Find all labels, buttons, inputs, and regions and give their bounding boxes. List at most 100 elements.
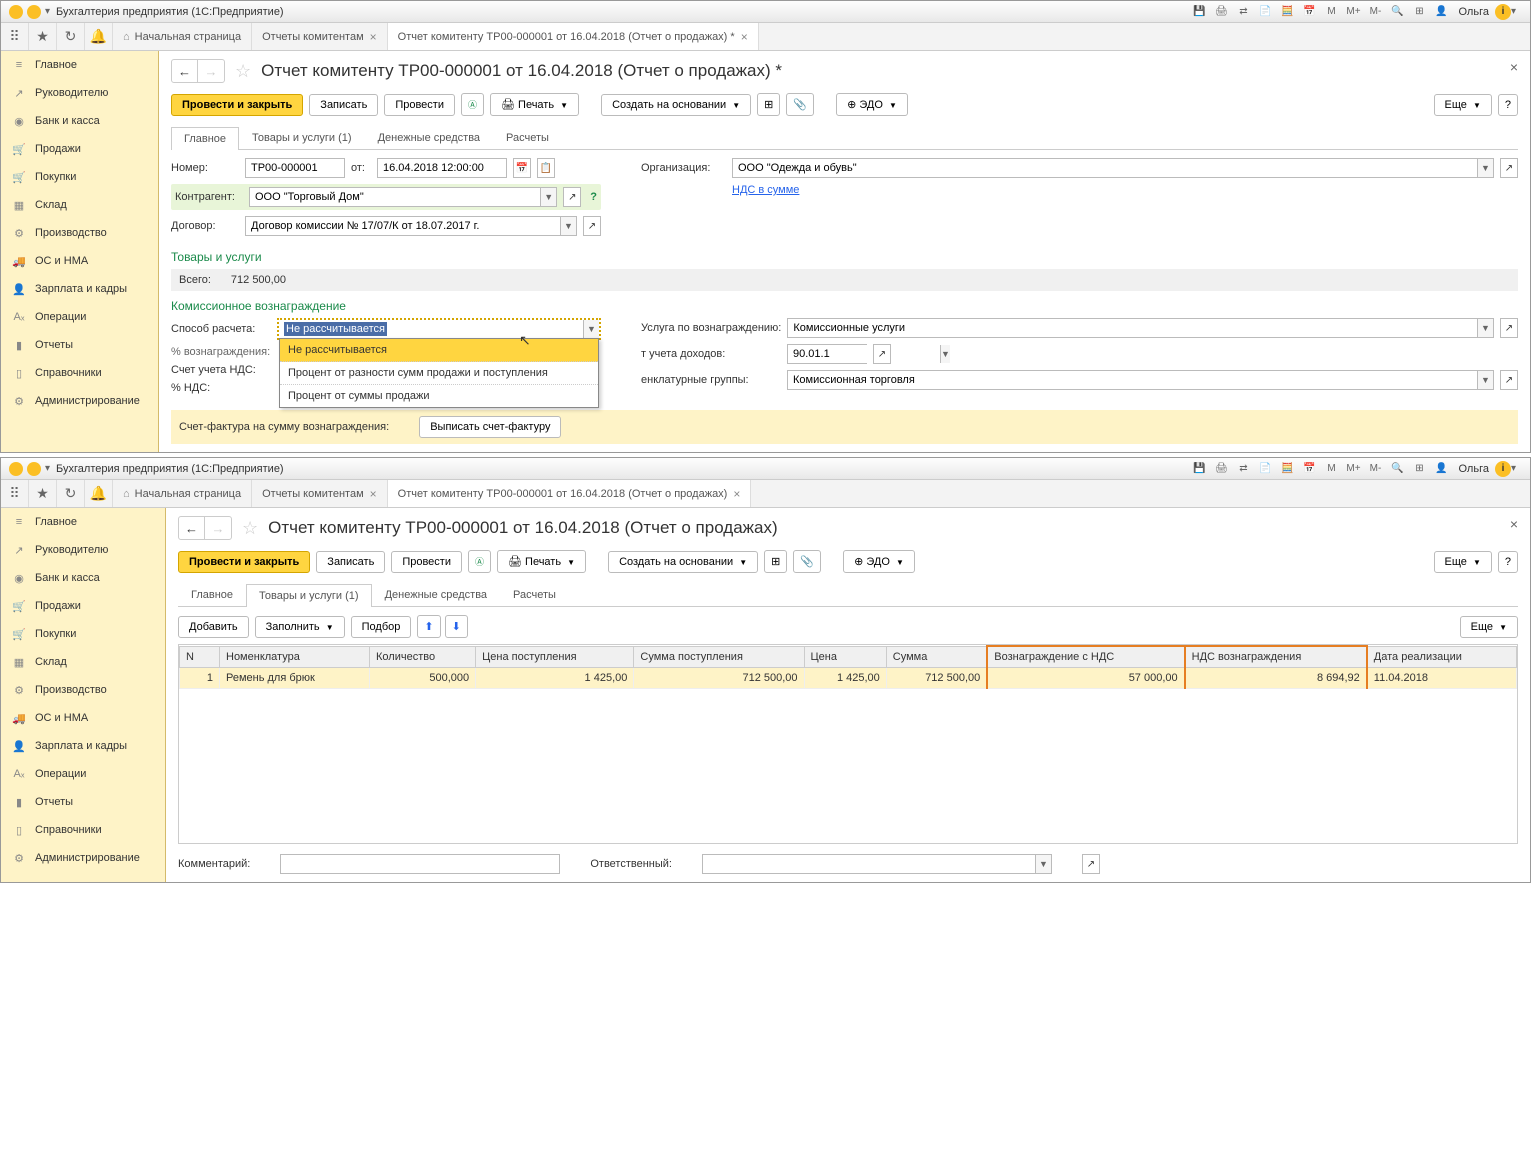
print-button[interactable]: 🖨 Печать ▼ bbox=[490, 93, 579, 116]
sidebar-item-warehouse[interactable]: ▦Склад bbox=[1, 648, 165, 676]
sidebar-item-hr[interactable]: 👤Зарплата и кадры bbox=[1, 275, 158, 303]
sidebar-item-admin[interactable]: ⚙Администрирование bbox=[1, 387, 158, 415]
compare-icon[interactable]: ⇄ bbox=[1235, 4, 1251, 20]
user-name[interactable]: Ольга bbox=[1458, 6, 1488, 18]
notifications-icon[interactable]: 🔔 bbox=[85, 23, 113, 50]
create-based-button[interactable]: Создать на основании ▼ bbox=[601, 94, 751, 116]
post-close-button[interactable]: Провести и закрыть bbox=[178, 551, 310, 573]
post-button[interactable]: Провести bbox=[384, 94, 455, 116]
chevron-down-icon[interactable]: ▼ bbox=[1477, 159, 1493, 177]
chevron-down-icon[interactable]: ▼ bbox=[560, 217, 576, 235]
service-input[interactable] bbox=[788, 319, 1477, 337]
th-sum[interactable]: Сумма bbox=[886, 646, 987, 668]
chevron-down-icon[interactable]: ▼ bbox=[1477, 319, 1493, 337]
sidebar-item-assets[interactable]: 🚚ОС и НМА bbox=[1, 247, 158, 275]
th-nom[interactable]: Номенклатура bbox=[220, 646, 370, 668]
edo-button[interactable]: ⊕ ЭДО ▼ bbox=[836, 93, 908, 116]
create-based-button[interactable]: Создать на основании ▼ bbox=[608, 551, 758, 573]
sidebar-item-reports[interactable]: ▮Отчеты bbox=[1, 331, 158, 359]
sidebar-item-manager[interactable]: ↗Руководителю bbox=[1, 536, 165, 564]
chevron-down-icon[interactable]: ▼ bbox=[1477, 371, 1493, 389]
chevron-down-icon[interactable]: ▼ bbox=[940, 345, 950, 363]
user-name[interactable]: Ольга bbox=[1458, 463, 1488, 475]
sidebar-item-assets[interactable]: 🚚ОС и НМА bbox=[1, 704, 165, 732]
dd-option-3[interactable]: Процент от суммы продажи bbox=[280, 385, 598, 407]
tab-main[interactable]: Главное bbox=[171, 127, 239, 150]
open-icon[interactable]: ↗ bbox=[583, 216, 601, 236]
sidebar-item-main[interactable]: ≡Главное bbox=[1, 51, 158, 79]
cell-qty[interactable]: 500,000 bbox=[370, 668, 476, 689]
sidebar-item-operations[interactable]: AₓОперации bbox=[1, 303, 158, 331]
calendar-icon[interactable]: 📅 bbox=[1301, 4, 1317, 20]
title-dropdown-icon[interactable]: ▾ bbox=[45, 463, 50, 474]
help-button[interactable]: ? bbox=[1498, 551, 1518, 573]
calc-icon[interactable]: 🧮 bbox=[1279, 461, 1295, 477]
sidebar-item-warehouse[interactable]: ▦Склад bbox=[1, 191, 158, 219]
back-button[interactable]: ← bbox=[179, 517, 205, 539]
tab-reports[interactable]: Отчеты комитентам× bbox=[252, 480, 388, 507]
forward-button[interactable]: → bbox=[198, 60, 224, 82]
th-nds[interactable]: НДС вознаграждения bbox=[1185, 646, 1367, 668]
chevron-down-icon[interactable]: ▼ bbox=[540, 188, 556, 206]
sidebar-item-admin[interactable]: ⚙Администрирование bbox=[1, 844, 165, 872]
help-icon[interactable]: ? bbox=[590, 191, 597, 203]
th-price[interactable]: Цена bbox=[804, 646, 886, 668]
tab-document[interactable]: Отчет комитенту ТР00-000001 от 16.04.201… bbox=[388, 480, 752, 507]
history-icon[interactable]: ↻ bbox=[57, 480, 85, 507]
sidebar-item-bank[interactable]: ◉Банк и касса bbox=[1, 564, 165, 592]
close-icon[interactable]: × bbox=[370, 487, 377, 501]
post-button[interactable]: Провести bbox=[391, 551, 462, 573]
notifications-icon[interactable]: 🔔 bbox=[85, 480, 113, 507]
add-button[interactable]: Добавить bbox=[178, 616, 249, 638]
search-icon[interactable]: 🔍 bbox=[1389, 4, 1405, 20]
select-button[interactable]: Подбор bbox=[351, 616, 412, 638]
calc-method-input[interactable]: Не рассчитывается bbox=[279, 320, 583, 338]
window-icon[interactable]: ⊞ bbox=[1411, 4, 1427, 20]
open-icon[interactable]: ↗ bbox=[1500, 318, 1518, 338]
tab-home[interactable]: ⌂Начальная страница bbox=[113, 480, 252, 507]
chevron-down-icon[interactable]: ▼ bbox=[1035, 855, 1051, 873]
open-icon[interactable]: ↗ bbox=[563, 187, 581, 207]
sidebar-item-purchases[interactable]: 🛒Покупки bbox=[1, 163, 158, 191]
tab-money[interactable]: Денежные средства bbox=[365, 126, 493, 149]
favorite-star-icon[interactable]: ☆ bbox=[242, 518, 258, 539]
close-icon[interactable]: × bbox=[741, 30, 748, 44]
favorites-icon[interactable]: ★ bbox=[29, 480, 57, 507]
table-more-button[interactable]: Еще ▼ bbox=[1460, 616, 1518, 638]
table-row[interactable]: 1 Ремень для брюк 500,000 1 425,00 712 5… bbox=[180, 668, 1517, 689]
structure-button[interactable]: ⊞ bbox=[764, 550, 787, 573]
open-icon[interactable]: ↗ bbox=[873, 344, 891, 364]
fill-button[interactable]: Заполнить ▼ bbox=[255, 616, 345, 638]
tab-home[interactable]: ⌂Начальная страница bbox=[113, 23, 252, 50]
move-down-button[interactable]: ⬇ bbox=[445, 615, 468, 638]
structure-button[interactable]: ⊞ bbox=[757, 93, 780, 116]
dd-option-1[interactable]: Не рассчитывается bbox=[280, 339, 598, 362]
sidebar-item-refs[interactable]: ▯Справочники bbox=[1, 359, 158, 387]
open-icon[interactable]: ↗ bbox=[1500, 370, 1518, 390]
m-minus-icon[interactable]: M- bbox=[1367, 4, 1383, 20]
favorites-icon[interactable]: ★ bbox=[29, 23, 57, 50]
back-button[interactable]: ← bbox=[172, 60, 198, 82]
history-icon[interactable]: ↻ bbox=[57, 23, 85, 50]
search-icon[interactable]: 🔍 bbox=[1389, 461, 1405, 477]
nomgroup-input[interactable] bbox=[788, 371, 1477, 389]
m-minus-icon[interactable]: M- bbox=[1367, 461, 1383, 477]
resp-input[interactable] bbox=[703, 855, 1035, 873]
cell-nds[interactable]: 8 694,92 bbox=[1185, 668, 1367, 689]
sidebar-item-purchases[interactable]: 🛒Покупки bbox=[1, 620, 165, 648]
tab-calc[interactable]: Расчеты bbox=[500, 583, 569, 606]
close-doc-button[interactable]: × bbox=[1510, 516, 1518, 532]
tab-goods[interactable]: Товары и услуги (1) bbox=[246, 584, 372, 607]
calendar-icon[interactable]: 📅 bbox=[1301, 461, 1317, 477]
sidebar-item-bank[interactable]: ◉Банк и касса bbox=[1, 107, 158, 135]
issue-invoice-button[interactable]: Выписать счет-фактуру bbox=[419, 416, 561, 438]
cell-nom[interactable]: Ремень для брюк bbox=[220, 668, 370, 689]
info-icon[interactable]: i bbox=[1495, 4, 1511, 20]
org-input[interactable] bbox=[733, 159, 1477, 177]
sidebar-item-sales[interactable]: 🛒Продажи bbox=[1, 592, 165, 620]
apps-grid-icon[interactable]: ⠿ bbox=[1, 23, 29, 50]
org-combo[interactable]: ▼ bbox=[732, 158, 1494, 178]
number-input[interactable] bbox=[245, 158, 345, 178]
sidebar-item-production[interactable]: ⚙Производство bbox=[1, 676, 165, 704]
calc-icon[interactable]: 🧮 bbox=[1279, 4, 1295, 20]
